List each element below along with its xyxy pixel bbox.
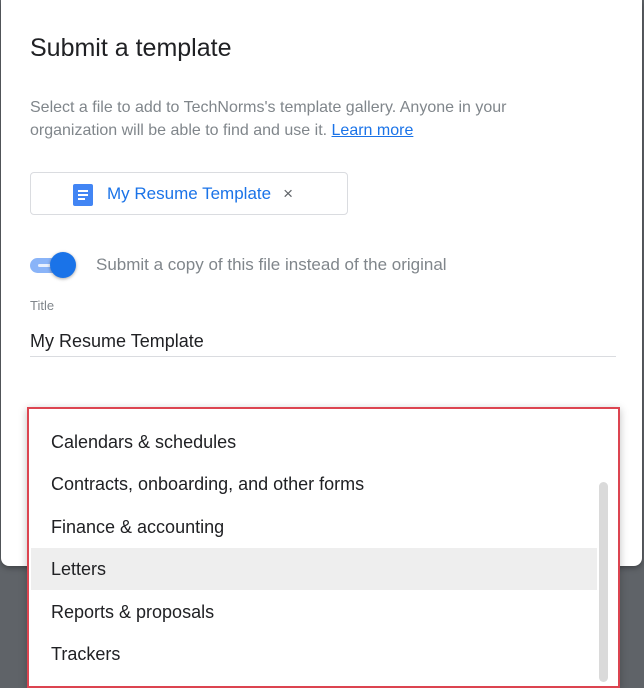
selected-file-chip[interactable]: My Resume Template × xyxy=(30,172,348,215)
category-option[interactable]: Trackers xyxy=(31,633,597,675)
submit-copy-toggle[interactable] xyxy=(30,252,78,278)
dialog-description: Select a file to add to TechNorms's temp… xyxy=(30,96,590,142)
dialog-title: Submit a template xyxy=(30,34,232,62)
category-dropdown: Calendars & schedules Contracts, onboard… xyxy=(27,407,620,688)
category-option[interactable]: Finance & accounting xyxy=(31,506,597,548)
google-docs-icon xyxy=(73,184,93,206)
toggle-thumb xyxy=(50,252,76,278)
dropdown-scrollbar[interactable] xyxy=(599,482,608,682)
submit-copy-label: Submit a copy of this file instead of th… xyxy=(96,255,447,274)
title-input[interactable] xyxy=(30,326,616,357)
description-text: Select a file to add to TechNorms's temp… xyxy=(30,99,507,139)
file-name: My Resume Template xyxy=(107,183,272,203)
category-option[interactable]: Contracts, onboarding, and other forms xyxy=(31,463,597,505)
learn-more-link[interactable]: Learn more xyxy=(332,122,414,139)
remove-file-icon[interactable]: × xyxy=(283,185,293,202)
category-option[interactable]: Calendars & schedules xyxy=(31,421,597,463)
category-option-highlighted[interactable]: Letters xyxy=(31,548,597,590)
category-option[interactable]: Reports & proposals xyxy=(31,591,597,633)
title-field-label: Title xyxy=(30,298,55,313)
